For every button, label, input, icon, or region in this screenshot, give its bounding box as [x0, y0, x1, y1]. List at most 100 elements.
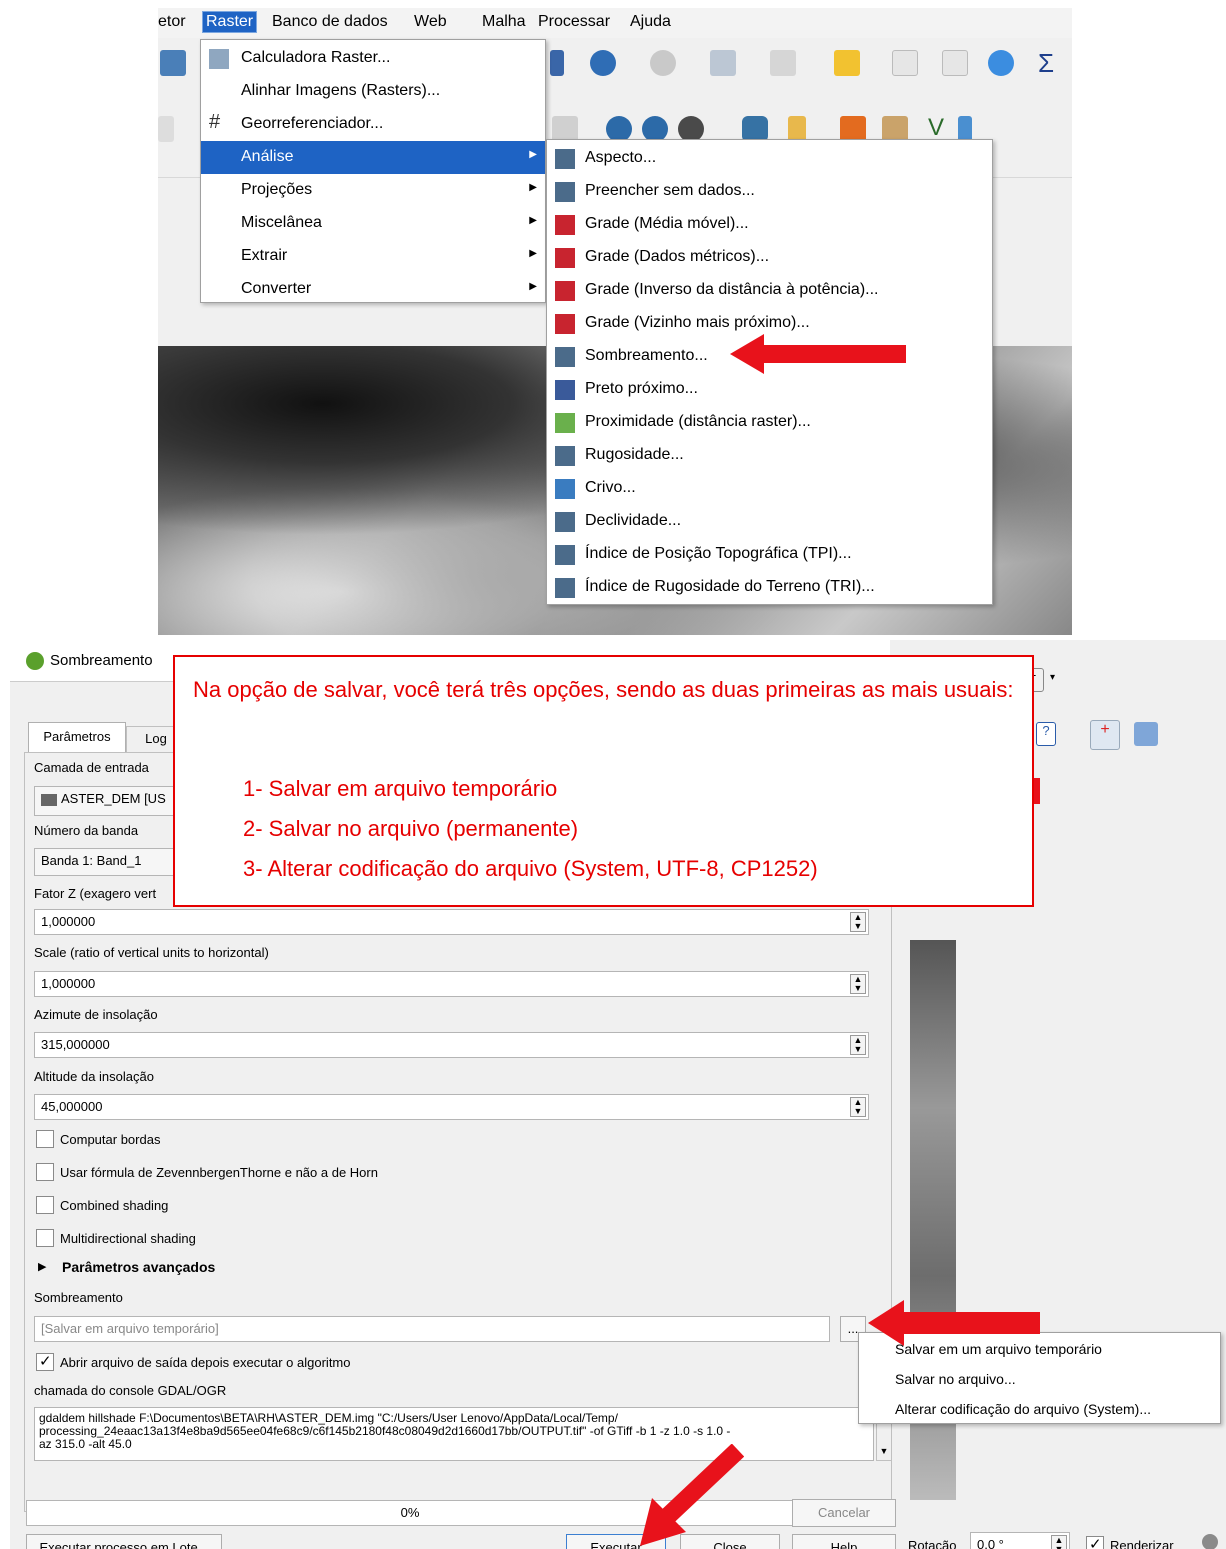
scale-spinbox[interactable]: 1,000000 ▲ ▼ — [34, 971, 869, 997]
band-label: Número da banda — [34, 823, 139, 838]
spin-arrows-icon[interactable]: ▲ ▼ — [850, 1097, 866, 1117]
cancel-button[interactable]: Cancelar — [792, 1499, 896, 1527]
analysis-menu-item[interactable]: Preto próximo... — [547, 373, 992, 406]
menu-item-georeferencer[interactable]: # Georreferenciador... — [201, 108, 545, 141]
expand-triangle-icon[interactable]: ▶ — [38, 1260, 46, 1273]
select-icon[interactable] — [710, 50, 736, 76]
menu-item-convert[interactable]: Converter ▶ — [201, 273, 545, 306]
menu-item-projections[interactable]: Projeções ▶ — [201, 174, 545, 207]
analysis-menu-item[interactable]: Crivo... — [547, 472, 992, 505]
analysis-menu-item[interactable]: Rugosidade... — [547, 439, 992, 472]
zoom-full-icon[interactable] — [160, 50, 186, 76]
advanced-parameters-toggle[interactable]: Parâmetros avançados — [62, 1259, 215, 1275]
analysis-menu-item[interactable]: Grade (Vizinho mais próximo)... — [547, 307, 992, 340]
output-label: Sombreamento — [34, 1290, 123, 1305]
altitude-spinbox[interactable]: 45,000000 ▲ ▼ — [34, 1094, 869, 1120]
crosshair-icon[interactable]: + — [1090, 720, 1120, 750]
console-command-text[interactable]: gdaldem hillshade F:\Documentos\BETA\RH\… — [34, 1407, 874, 1461]
save-temp-file-item[interactable]: Salvar em um arquivo temporário — [895, 1341, 1102, 1357]
pan-hand-icon[interactable] — [1134, 722, 1158, 746]
analysis-menu-item-label: Grade (Vizinho mais próximo)... — [585, 314, 810, 331]
attribute-icon[interactable] — [770, 50, 796, 76]
multidirectional-label: Multidirectional shading — [60, 1231, 196, 1246]
pan-arrow-icon[interactable] — [158, 116, 174, 142]
input-layer-combo[interactable]: ASTER_DEM [US — [34, 786, 184, 816]
submenu-arrow-icon: ▶ — [529, 281, 537, 292]
annotation-intro: Na opção de salvar, você terá três opçõe… — [193, 677, 1014, 702]
annotation-arrow-shaft — [756, 345, 906, 363]
submenu-arrow-icon: ▶ — [529, 215, 537, 226]
annotation-item-3: 3- Alterar codificação do arquivo (Syste… — [243, 856, 818, 881]
refresh-icon[interactable] — [550, 50, 564, 76]
open-output-checkbox[interactable]: ✓ — [36, 1353, 54, 1371]
gdal-tool-icon — [555, 545, 575, 565]
gdal-tool-icon — [555, 479, 575, 499]
analysis-menu-item[interactable]: Aspecto... — [547, 142, 992, 175]
menu-processing[interactable]: Processar — [538, 13, 610, 31]
azimuth-spinbox[interactable]: 315,000000 ▲ ▼ — [34, 1032, 869, 1058]
gdal-tool-icon — [555, 446, 575, 466]
menu-mesh[interactable]: Malha — [482, 13, 526, 31]
gdal-tool-icon — [555, 380, 575, 400]
gear-blue-icon[interactable] — [988, 50, 1014, 76]
menubar: etor Raster Banco de dados Web Malha Pro… — [158, 8, 1072, 38]
submenu-arrow-icon: ▶ — [529, 182, 537, 193]
analysis-menu-item[interactable]: Grade (Inverso da distância à potência).… — [547, 274, 992, 307]
help-question-icon[interactable]: ? — [1036, 722, 1056, 746]
save-to-file-item[interactable]: Salvar no arquivo... — [895, 1371, 1016, 1387]
multidirectional-checkbox[interactable] — [36, 1229, 54, 1247]
menu-item-raster-calculator[interactable]: Calculadora Raster... — [201, 42, 545, 75]
menu-vector[interactable]: etor — [158, 13, 186, 31]
statistics-icon[interactable] — [942, 50, 968, 76]
spin-arrows-icon[interactable]: ▲ ▼ — [850, 1035, 866, 1055]
identify-icon[interactable] — [590, 50, 616, 76]
menu-help[interactable]: Ajuda — [630, 13, 671, 31]
spin-arrows-icon[interactable]: ▲ ▼ — [850, 912, 866, 932]
measure-icon[interactable] — [650, 50, 676, 76]
menu-item-align-rasters[interactable]: Alinhar Imagens (Rasters)... — [201, 75, 545, 108]
spin-arrows-icon[interactable]: ▲ ▼ — [1051, 1535, 1067, 1549]
analysis-menu-item-label: Aspecto... — [585, 149, 657, 166]
render-label: Renderizar — [1110, 1538, 1174, 1549]
annotation-item-1: 1- Salvar em arquivo temporário — [243, 776, 558, 801]
analysis-menu-item-label: Sombreamento... — [585, 347, 708, 364]
menu-web[interactable]: Web — [414, 13, 447, 31]
menu-raster[interactable]: Raster — [202, 11, 258, 33]
batch-process-button[interactable]: Executar processo em Lote... — [26, 1534, 222, 1549]
analysis-menu-item[interactable]: Grade (Média móvel)... — [547, 208, 992, 241]
render-checkbox[interactable]: ✓ — [1086, 1536, 1104, 1549]
compute-edges-checkbox[interactable] — [36, 1130, 54, 1148]
analysis-menu-item[interactable]: Proximidade (distância raster)... — [547, 406, 992, 439]
analysis-menu-item[interactable]: Índice de Posição Topográfica (TPI)... — [547, 538, 992, 571]
band-combo[interactable]: Banda 1: Band_1 — [34, 848, 184, 876]
qgis-logo-icon — [26, 652, 44, 670]
menu-database[interactable]: Banco de dados — [272, 13, 388, 31]
sum-icon[interactable]: Σ — [1038, 48, 1054, 79]
deselect-icon[interactable] — [834, 50, 860, 76]
dropdown-arrow-icon[interactable]: ▾ — [1050, 672, 1055, 683]
dialog-title: Sombreamento — [50, 652, 153, 669]
analysis-menu-item-label: Proximidade (distância raster)... — [585, 413, 811, 430]
analysis-menu-item[interactable]: Declividade... — [547, 505, 992, 538]
help-button[interactable]: Help — [792, 1534, 896, 1549]
scale-label: Scale (ratio of vertical units to horizo… — [34, 945, 269, 960]
analysis-menu-item[interactable]: Índice de Rugosidade do Terreno (TRI)... — [547, 571, 992, 604]
spin-arrows-icon[interactable]: ▲ ▼ — [850, 974, 866, 994]
vertex-icon[interactable]: V — [928, 114, 944, 142]
rotation-spinbox[interactable]: 0,0 ° ▲ ▼ — [970, 1532, 1070, 1549]
menu-item-analysis[interactable]: Análise ▶ — [201, 141, 545, 174]
output-file-field[interactable]: [Salvar em arquivo temporário] — [34, 1316, 830, 1342]
azimuth-label: Azimute de insolação — [34, 1007, 158, 1022]
zfactor-spinbox[interactable]: 1,000000 ▲ ▼ — [34, 909, 869, 935]
table-icon[interactable] — [892, 50, 918, 76]
crs-globe-icon[interactable] — [1202, 1534, 1218, 1549]
analysis-menu-item-label: Declividade... — [585, 512, 682, 529]
menu-item-miscellaneous[interactable]: Miscelânea ▶ — [201, 207, 545, 240]
combined-shading-checkbox[interactable] — [36, 1196, 54, 1214]
tab-parameters[interactable]: Parâmetros — [28, 722, 126, 752]
change-encoding-item[interactable]: Alterar codificação do arquivo (System).… — [895, 1401, 1151, 1417]
menu-item-extract[interactable]: Extrair ▶ — [201, 240, 545, 273]
analysis-menu-item[interactable]: Preencher sem dados... — [547, 175, 992, 208]
zevenbergen-checkbox[interactable] — [36, 1163, 54, 1181]
analysis-menu-item[interactable]: Grade (Dados métricos)... — [547, 241, 992, 274]
